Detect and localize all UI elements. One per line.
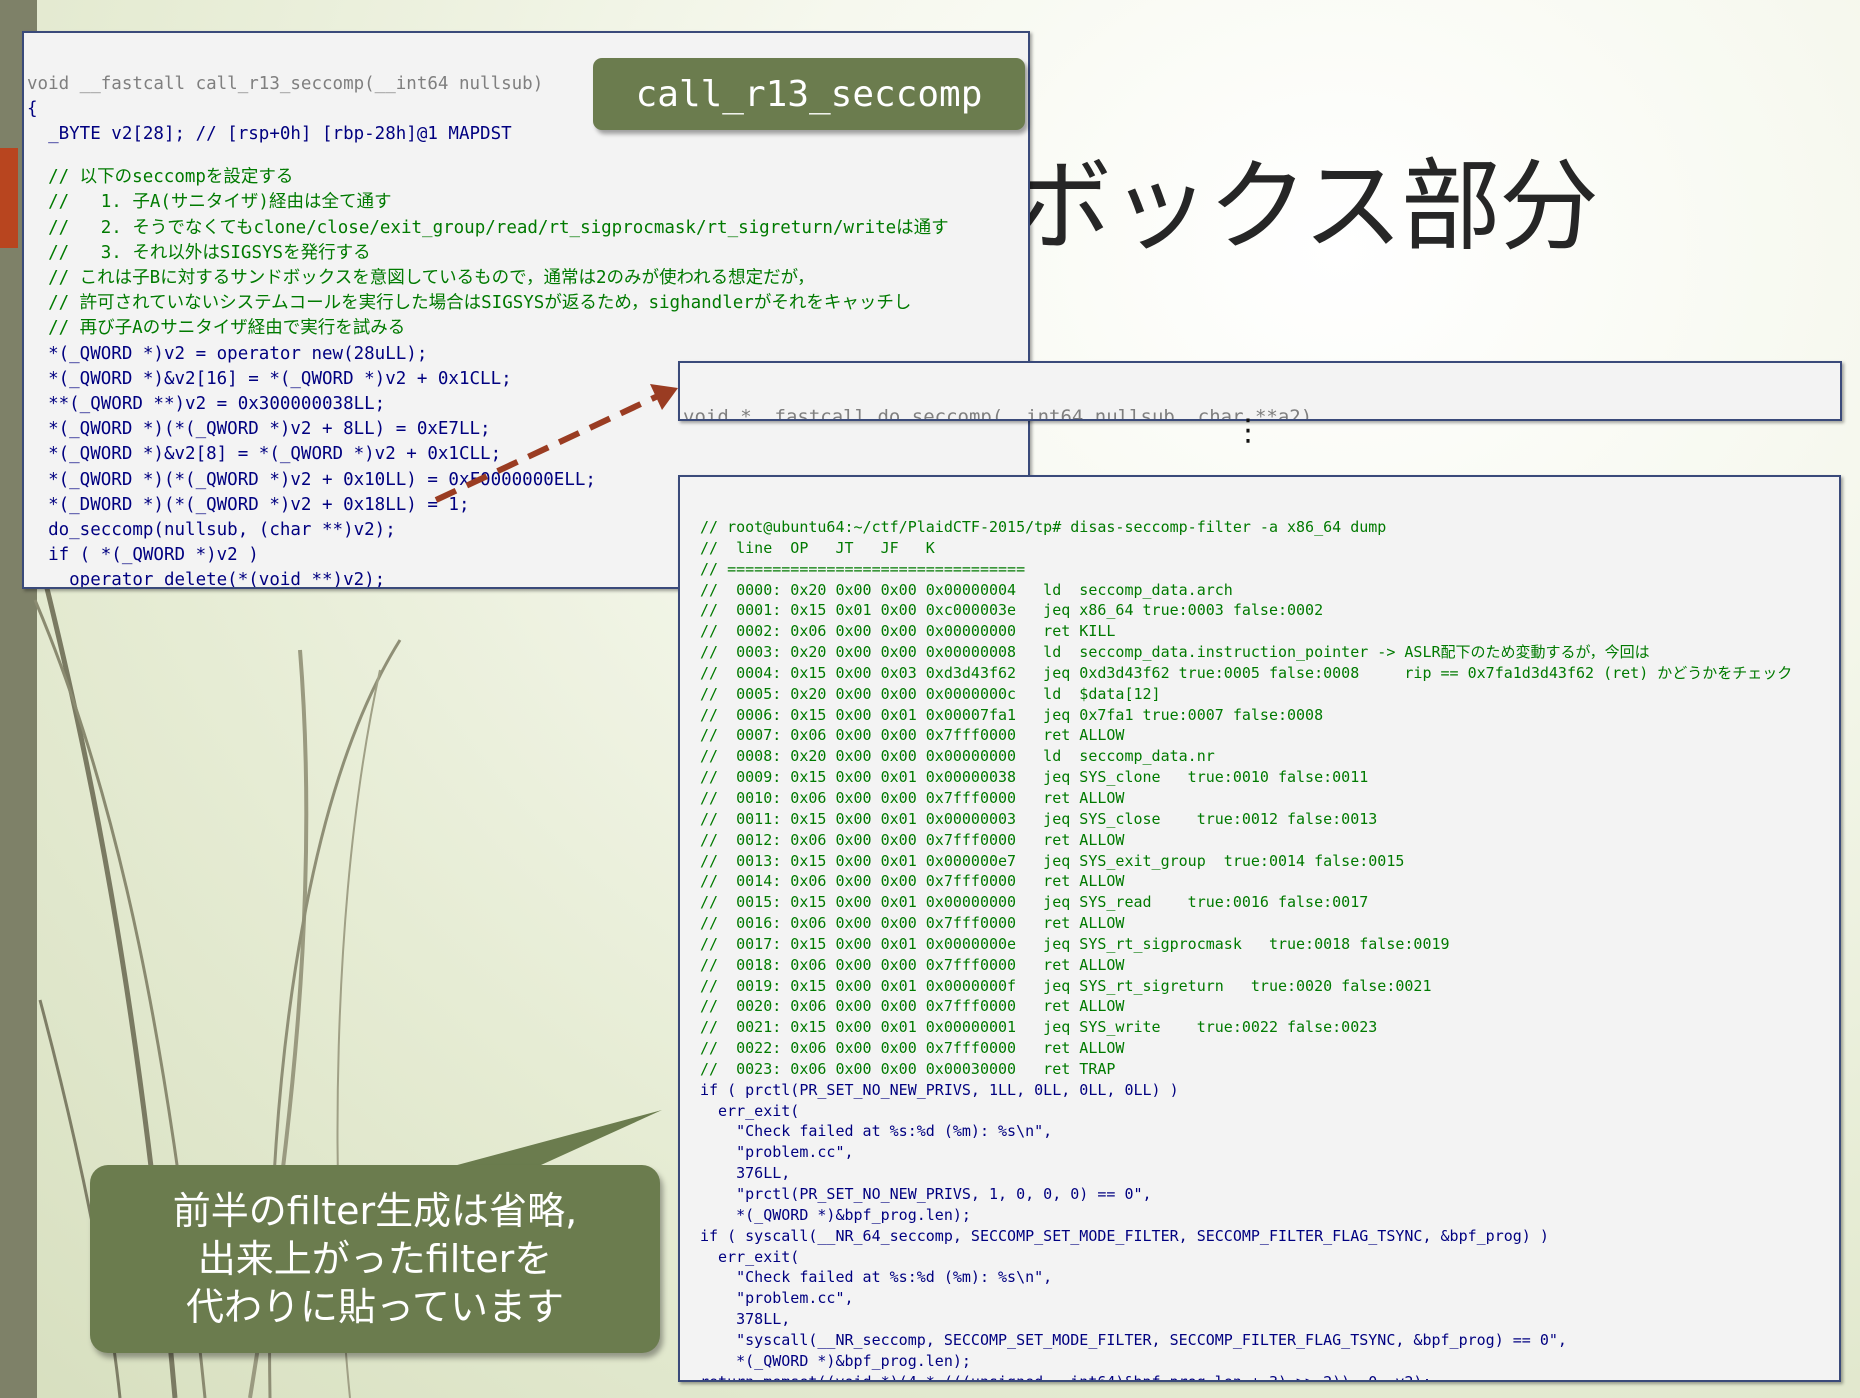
code-line: // 再び子Aのサニタイザ経由で実行を試みる bbox=[27, 318, 406, 339]
code-line: // 0004: 0x15 0x00 0x03 0xd3d43f62 jeq 0… bbox=[700, 663, 1793, 682]
code-lines: // root@ubuntu64:~/ctf/PlaidCTF-2015/tp#… bbox=[680, 515, 1839, 1382]
code-line: err_exit( bbox=[700, 1247, 800, 1266]
code-line: // 0022: 0x06 0x00 0x00 0x7fff0000 ret A… bbox=[700, 1039, 1125, 1058]
code-line: *(_QWORD *)&v2[8] = *(_QWORD *)v2 + 0x1C… bbox=[27, 444, 502, 465]
code-line: // 0023: 0x06 0x00 0x00 0x00030000 ret T… bbox=[700, 1059, 1116, 1078]
code-line: // 0007: 0x06 0x00 0x00 0x7fff0000 ret A… bbox=[700, 726, 1125, 745]
slide: ボックス部分 void __fastcall call_r13_seccomp(… bbox=[0, 0, 1860, 1398]
code-panel-seccomp-filter: // root@ubuntu64:~/ctf/PlaidCTF-2015/tp#… bbox=[678, 475, 1841, 1382]
code-line: // 0016: 0x06 0x00 0x00 0x7fff0000 ret A… bbox=[700, 914, 1125, 933]
note-line-3: 代わりに貼っています bbox=[185, 1285, 565, 1329]
code-line: "problem.cc", bbox=[700, 1289, 854, 1308]
code-line: "Check failed at %s:%d (%m): %s\n", bbox=[700, 1122, 1053, 1141]
code-panel-do-seccomp: void *__fastcall do_seccomp(__int64 null… bbox=[678, 361, 1842, 421]
code-line: // 0002: 0x06 0x00 0x00 0x00000000 ret K… bbox=[700, 622, 1116, 641]
code-line: // line OP JT JF K bbox=[700, 538, 935, 557]
note-line-1: 前半のfilter生成は省略, bbox=[172, 1189, 578, 1233]
code-line: *(_QWORD *)&bpf_prog.len); bbox=[700, 1351, 971, 1370]
code-line: "prctl(PR_SET_NO_NEW_PRIVS, 1, 0, 0, 0) … bbox=[700, 1185, 1152, 1203]
function-name-label: call_r13_seccomp bbox=[593, 58, 1025, 130]
code-line: err_exit( bbox=[700, 1101, 800, 1120]
code-line: // 0008: 0x20 0x00 0x00 0x00000000 ld se… bbox=[700, 747, 1215, 766]
code-line: 378LL, bbox=[700, 1310, 791, 1329]
code-line: // 0001: 0x15 0x01 0x00 0xc000003e jeq x… bbox=[700, 601, 1324, 620]
code-line: // 0014: 0x06 0x00 0x00 0x7fff0000 ret A… bbox=[700, 872, 1125, 891]
code-line: // 0000: 0x20 0x00 0x00 0x00000004 ld se… bbox=[700, 580, 1233, 599]
code-line: // 0018: 0x06 0x00 0x00 0x7fff0000 ret A… bbox=[700, 955, 1125, 974]
code-line: "problem.cc", bbox=[700, 1143, 854, 1162]
code-line: "syscall(__NR_seccomp, SECCOMP_SET_MODE_… bbox=[700, 1330, 1567, 1349]
code-line: // 0009: 0x15 0x00 0x01 0x00000038 jeq S… bbox=[700, 768, 1369, 787]
code-line: // 0012: 0x06 0x00 0x00 0x7fff0000 ret A… bbox=[700, 830, 1125, 849]
code-line: return memset((void *)(4 * (((unsigned _… bbox=[700, 1372, 1432, 1382]
code-line: *(_QWORD *)&bpf_prog.len); bbox=[700, 1205, 971, 1224]
code-line: // これは子Bに対するサンドボックスを意図しているもので，通常は2のみが使われ… bbox=[27, 267, 815, 288]
slide-title: ボックス部分 bbox=[1012, 148, 1599, 265]
code-line: // root@ubuntu64:~/ctf/PlaidCTF-2015/tp#… bbox=[700, 518, 1387, 536]
code-line: // 0006: 0x15 0x00 0x01 0x00007fa1 jeq 0… bbox=[700, 705, 1324, 724]
code-line: // 許可されていないシステムコールを実行した場合はSIGSYSが返るため，si… bbox=[27, 293, 912, 314]
code-line: 376LL, bbox=[700, 1164, 791, 1183]
code-line: // 0013: 0x15 0x00 0x01 0x000000e7 jeq S… bbox=[700, 851, 1405, 870]
code-line: if ( prctl(PR_SET_NO_NEW_PRIVS, 1LL, 0LL… bbox=[700, 1080, 1179, 1099]
code-line: if ( syscall(__NR_64_seccomp, SECCOMP_SE… bbox=[700, 1226, 1549, 1245]
code-line: // 2. そうでなくてもclone/close/exit_group/read… bbox=[27, 217, 949, 238]
code-line: // 3. それ以外はSIGSYSを発行する bbox=[27, 242, 371, 263]
code-line: // 0019: 0x15 0x00 0x01 0x0000000f jeq S… bbox=[700, 976, 1432, 995]
code-line: // 1. 子A(サニタイザ)経由は全て通す bbox=[27, 192, 392, 213]
continuation-ellipsis: ⋮ bbox=[1233, 413, 1263, 448]
code-line: // 0011: 0x15 0x00 0x01 0x00000003 jeq S… bbox=[700, 809, 1378, 828]
code-line: // 0015: 0x15 0x00 0x01 0x00000000 jeq S… bbox=[700, 893, 1369, 912]
code-line: // 0020: 0x06 0x00 0x00 0x7fff0000 ret A… bbox=[700, 997, 1125, 1016]
code-line: // 0005: 0x20 0x00 0x00 0x0000000c ld $d… bbox=[700, 684, 1161, 703]
note-line-2: 出来上がったfilterを bbox=[197, 1237, 553, 1281]
code-line: // 0010: 0x06 0x00 0x00 0x7fff0000 ret A… bbox=[700, 788, 1125, 807]
code-line: // 0021: 0x15 0x00 0x01 0x00000001 jeq S… bbox=[700, 1018, 1378, 1037]
code-line: "Check failed at %s:%d (%m): %s\n", bbox=[700, 1268, 1053, 1287]
code-line: // ================================= bbox=[700, 559, 1026, 578]
code-line: // 以下のseccompを設定する bbox=[27, 167, 294, 188]
code-line: // 0017: 0x15 0x00 0x01 0x0000000e jeq S… bbox=[700, 934, 1450, 953]
note-callout: 前半のfilter生成は省略, 出来上がったfilterを 代わりに貼っています bbox=[90, 1165, 660, 1353]
code-line: // 0003: 0x20 0x00 0x00 0x00000008 ld se… bbox=[700, 643, 1650, 662]
